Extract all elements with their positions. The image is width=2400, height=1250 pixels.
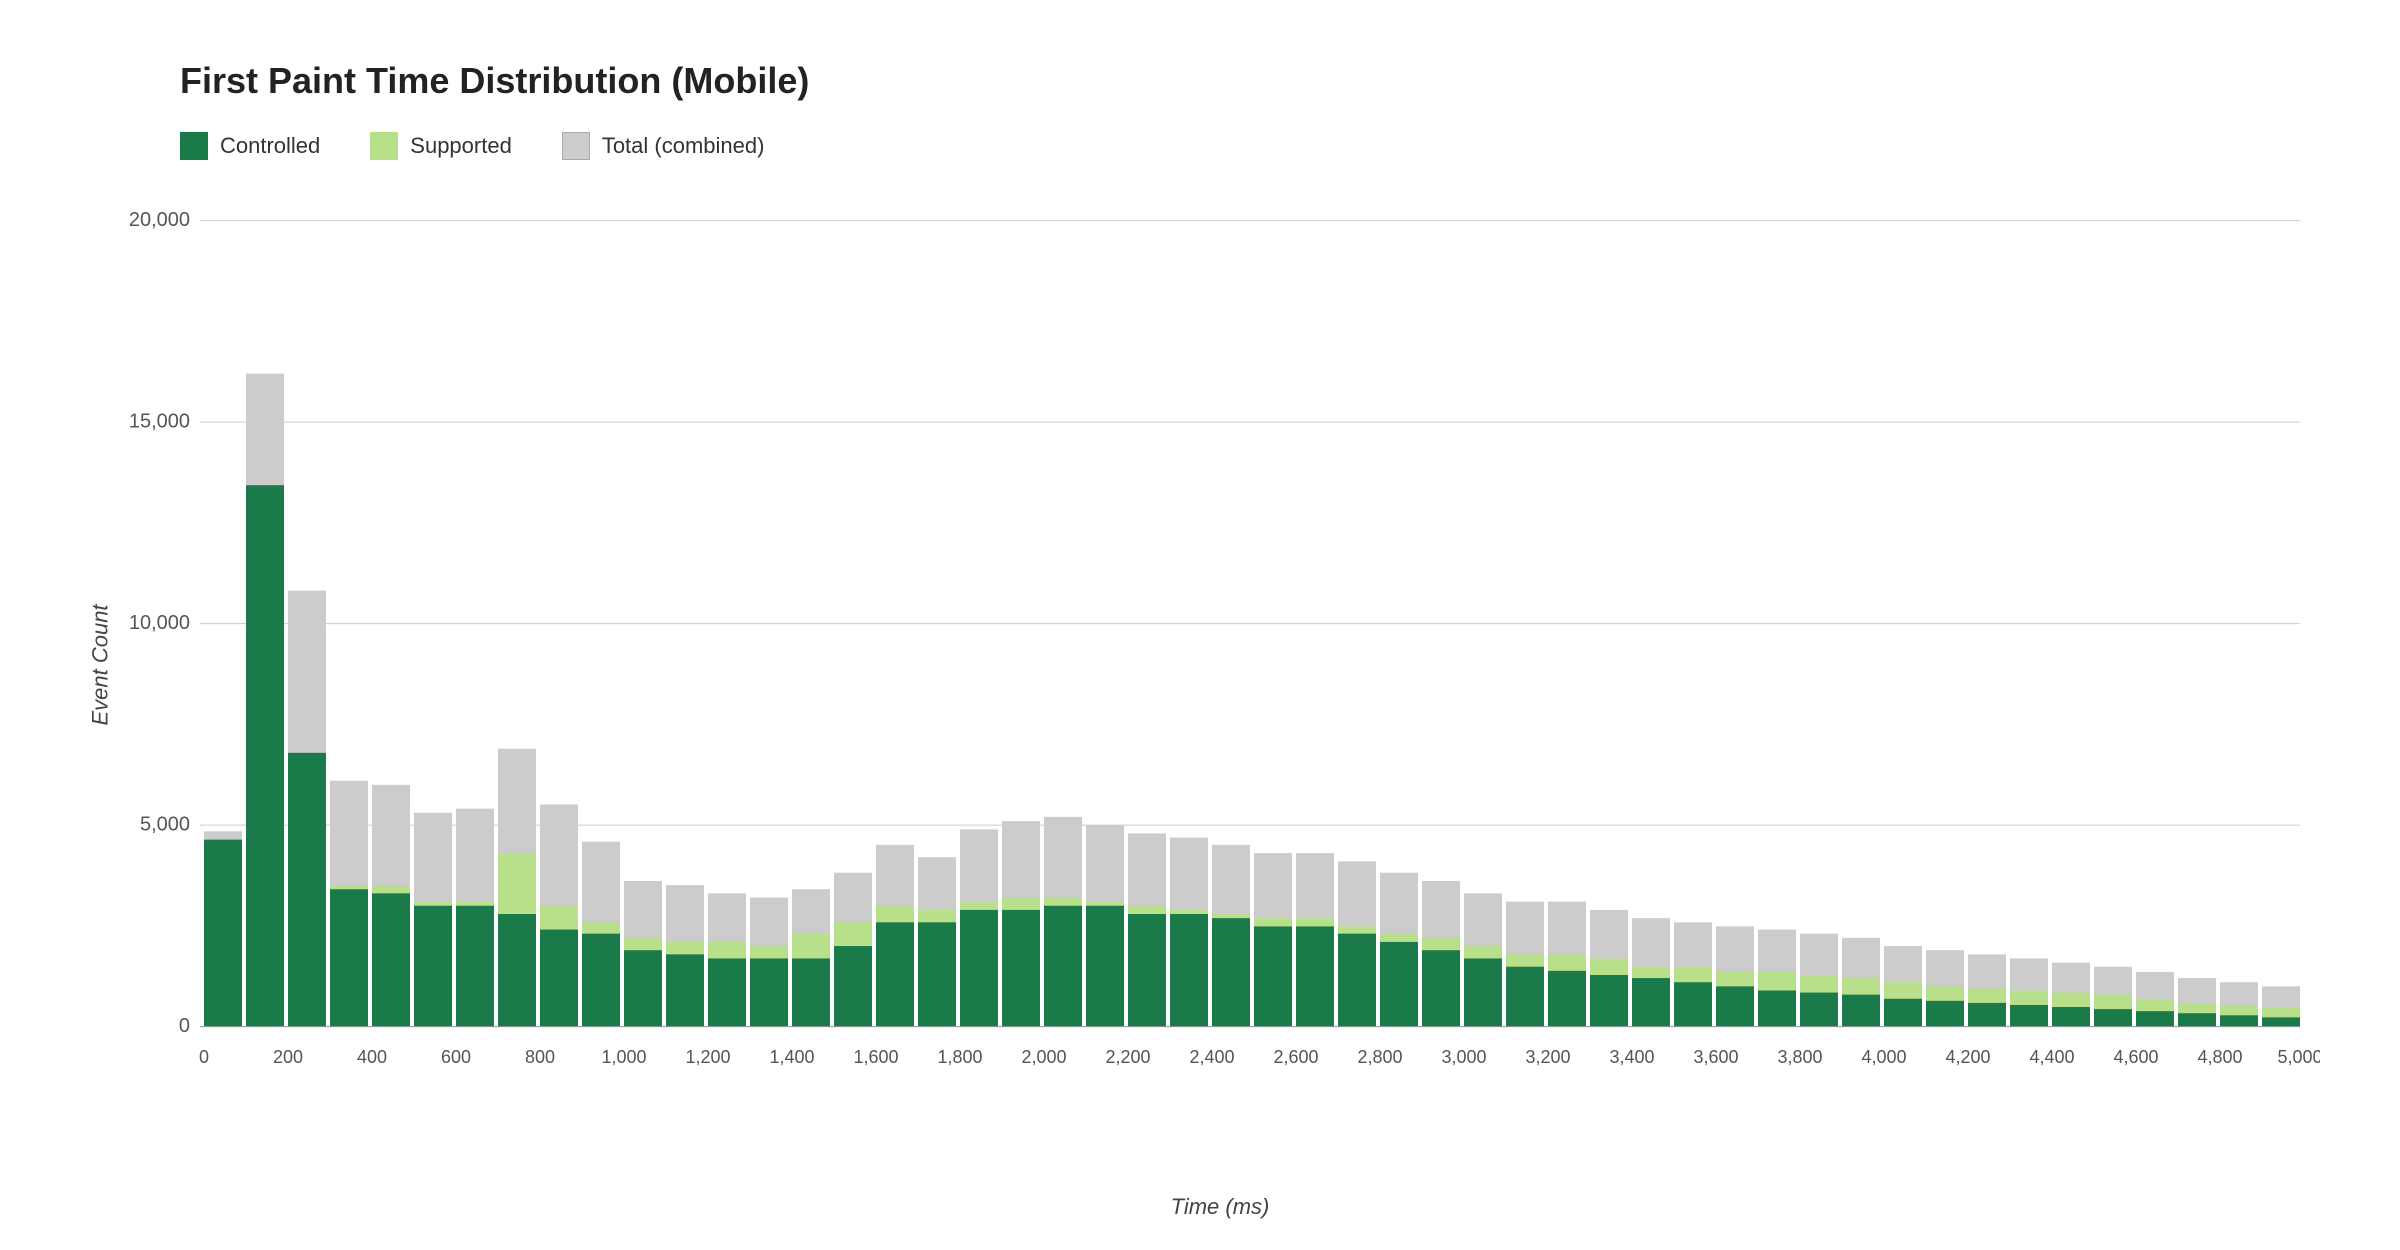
svg-text:10,000: 10,000 (129, 612, 190, 634)
legend-item-total: Total (combined) (562, 132, 765, 160)
svg-text:1,200: 1,200 (685, 1046, 730, 1067)
svg-text:3,400: 3,400 (1609, 1046, 1654, 1067)
svg-text:5,000: 5,000 (2277, 1046, 2320, 1067)
controlled-label: Controlled (220, 133, 320, 159)
svg-text:4,000: 4,000 (1861, 1046, 1906, 1067)
svg-text:200: 200 (273, 1046, 303, 1067)
total-swatch (562, 132, 590, 160)
legend-item-supported: Supported (370, 132, 512, 160)
svg-text:0: 0 (199, 1046, 209, 1067)
x-axis-label: Time (ms) (1171, 1194, 1270, 1220)
svg-text:3,600: 3,600 (1693, 1046, 1738, 1067)
svg-text:0: 0 (179, 1015, 190, 1037)
chart-title: First Paint Time Distribution (Mobile) (180, 60, 2320, 102)
y-axis-label: Event Count (88, 604, 114, 725)
supported-swatch (370, 132, 398, 160)
chart-container: First Paint Time Distribution (Mobile) C… (0, 0, 2400, 1250)
svg-text:1,800: 1,800 (937, 1046, 982, 1067)
supported-label: Supported (410, 133, 512, 159)
svg-text:800: 800 (525, 1046, 555, 1067)
controlled-swatch (180, 132, 208, 160)
svg-text:2,800: 2,800 (1357, 1046, 1402, 1067)
svg-text:2,200: 2,200 (1105, 1046, 1150, 1067)
svg-text:4,400: 4,400 (2029, 1046, 2074, 1067)
legend-item-controlled: Controlled (180, 132, 320, 160)
svg-text:4,800: 4,800 (2197, 1046, 2242, 1067)
svg-text:1,000: 1,000 (601, 1046, 646, 1067)
svg-text:600: 600 (441, 1046, 471, 1067)
total-label: Total (combined) (602, 133, 765, 159)
svg-text:3,000: 3,000 (1441, 1046, 1486, 1067)
svg-text:5,000: 5,000 (140, 813, 190, 835)
chart-svg: 20,000 15,000 10,000 5,000 0 (120, 200, 2320, 1130)
svg-text:2,000: 2,000 (1021, 1046, 1066, 1067)
svg-text:2,400: 2,400 (1189, 1046, 1234, 1067)
svg-text:1,600: 1,600 (853, 1046, 898, 1067)
svg-text:15,000: 15,000 (129, 410, 190, 432)
svg-text:400: 400 (357, 1046, 387, 1067)
svg-text:4,200: 4,200 (1945, 1046, 1990, 1067)
svg-text:3,200: 3,200 (1525, 1046, 1570, 1067)
svg-text:3,800: 3,800 (1777, 1046, 1822, 1067)
svg-text:20,000: 20,000 (129, 209, 190, 231)
svg-text:2,600: 2,600 (1273, 1046, 1318, 1067)
legend: Controlled Supported Total (combined) (180, 132, 2320, 160)
svg-text:1,400: 1,400 (769, 1046, 814, 1067)
chart-area: Event Count Time (ms) 20,000 15,000 10,0… (120, 200, 2320, 1130)
svg-text:4,600: 4,600 (2113, 1046, 2158, 1067)
